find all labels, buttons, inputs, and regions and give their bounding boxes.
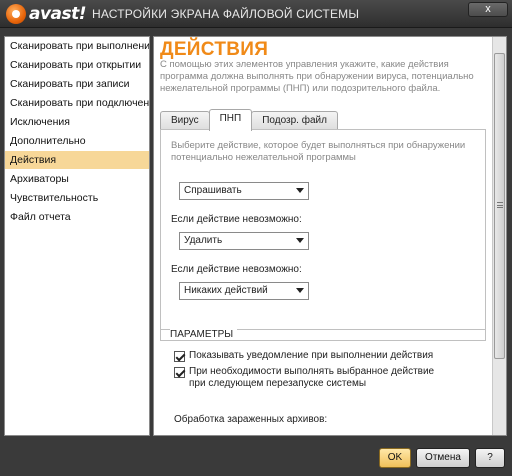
fallback-action-value: Удалить xyxy=(184,235,223,246)
second-fallback-action-value: Никаких действий xyxy=(184,285,268,296)
parameters-section: ПАРАМЕТРЫ Показывать уведомление при вып… xyxy=(160,329,486,435)
cancel-button[interactable]: Отмена xyxy=(416,448,470,468)
second-fallback-action-label: Если действие невозможно: xyxy=(171,264,302,275)
tab-virus[interactable]: Вирус xyxy=(160,111,210,131)
page-title: ДЕЙСТВИЯ xyxy=(160,39,269,60)
logo-text: avast! xyxy=(29,4,87,24)
notify-on-action-label: Показывать уведомление при выполнении де… xyxy=(189,350,434,361)
chevron-down-icon xyxy=(296,288,304,293)
tab-bar: Вирус ПНП Подозр. файл xyxy=(160,109,338,131)
notify-on-action-row[interactable]: Показывать уведомление при выполнении де… xyxy=(174,350,439,362)
page-description: С помощью этих элементов управления укаж… xyxy=(160,59,474,94)
infected-archives-label: Обработка зараженных архивов: xyxy=(174,414,328,425)
tab-pane-pup: Выберите действие, которое будет выполня… xyxy=(160,129,486,341)
chevron-down-icon xyxy=(296,188,304,193)
sidebar-item-sensitivity[interactable]: Чувствительность xyxy=(5,189,149,208)
sidebar-item-scan-on-open[interactable]: Сканировать при открытии xyxy=(5,56,149,75)
avast-logo-icon xyxy=(6,4,26,24)
chevron-down-icon xyxy=(296,238,304,243)
sidebar-item-scan-on-execute[interactable]: Сканировать при выполнении xyxy=(5,37,149,56)
action-on-reboot-label: При необходимости выполнять выбранное де… xyxy=(189,366,435,389)
main-panel: ДЕЙСТВИЯ С помощью этих элементов управл… xyxy=(153,36,507,436)
tab-pup[interactable]: ПНП xyxy=(208,109,253,131)
second-fallback-action-select[interactable]: Никаких действий xyxy=(179,282,309,300)
avast-logo: avast! xyxy=(6,3,87,25)
tab-suspicious-file[interactable]: Подозр. файл xyxy=(251,111,338,131)
sidebar: Сканировать при выполнении Сканировать п… xyxy=(4,36,150,436)
sidebar-item-report-file[interactable]: Файл отчета xyxy=(5,208,149,227)
pane-description: Выберите действие, которое будет выполня… xyxy=(171,140,466,163)
sidebar-item-actions[interactable]: Действия xyxy=(5,151,149,170)
notify-on-action-checkbox[interactable] xyxy=(174,351,185,362)
vertical-scrollbar[interactable] xyxy=(492,37,506,435)
window-title: НАСТРОЙКИ ЭКРАНА ФАЙЛОВОЙ СИСТЕМЫ xyxy=(92,7,360,21)
fallback-action-select[interactable]: Удалить xyxy=(179,232,309,250)
action-on-reboot-checkbox[interactable] xyxy=(174,367,185,378)
title-bar: avast! НАСТРОЙКИ ЭКРАНА ФАЙЛОВОЙ СИСТЕМЫ… xyxy=(0,0,512,28)
parameters-title: ПАРАМЕТРЫ xyxy=(170,329,238,340)
sidebar-item-advanced[interactable]: Дополнительно xyxy=(5,132,149,151)
scrollbar-thumb[interactable] xyxy=(494,53,505,359)
ok-button[interactable]: OK xyxy=(379,448,411,468)
grip-icon xyxy=(497,202,503,208)
help-button[interactable]: ? xyxy=(475,448,505,468)
sidebar-item-scan-on-attach[interactable]: Сканировать при подключении xyxy=(5,94,149,113)
sidebar-item-scan-on-write[interactable]: Сканировать при записи xyxy=(5,75,149,94)
primary-action-select[interactable]: Спрашивать xyxy=(179,182,309,200)
action-on-reboot-row[interactable]: При необходимости выполнять выбранное де… xyxy=(174,366,439,390)
sidebar-item-archivers[interactable]: Архиваторы xyxy=(5,170,149,189)
primary-action-value: Спрашивать xyxy=(184,185,242,196)
close-button[interactable]: x xyxy=(468,2,508,17)
sidebar-item-exclusions[interactable]: Исключения xyxy=(5,113,149,132)
fallback-action-label: Если действие невозможно: xyxy=(171,214,302,225)
